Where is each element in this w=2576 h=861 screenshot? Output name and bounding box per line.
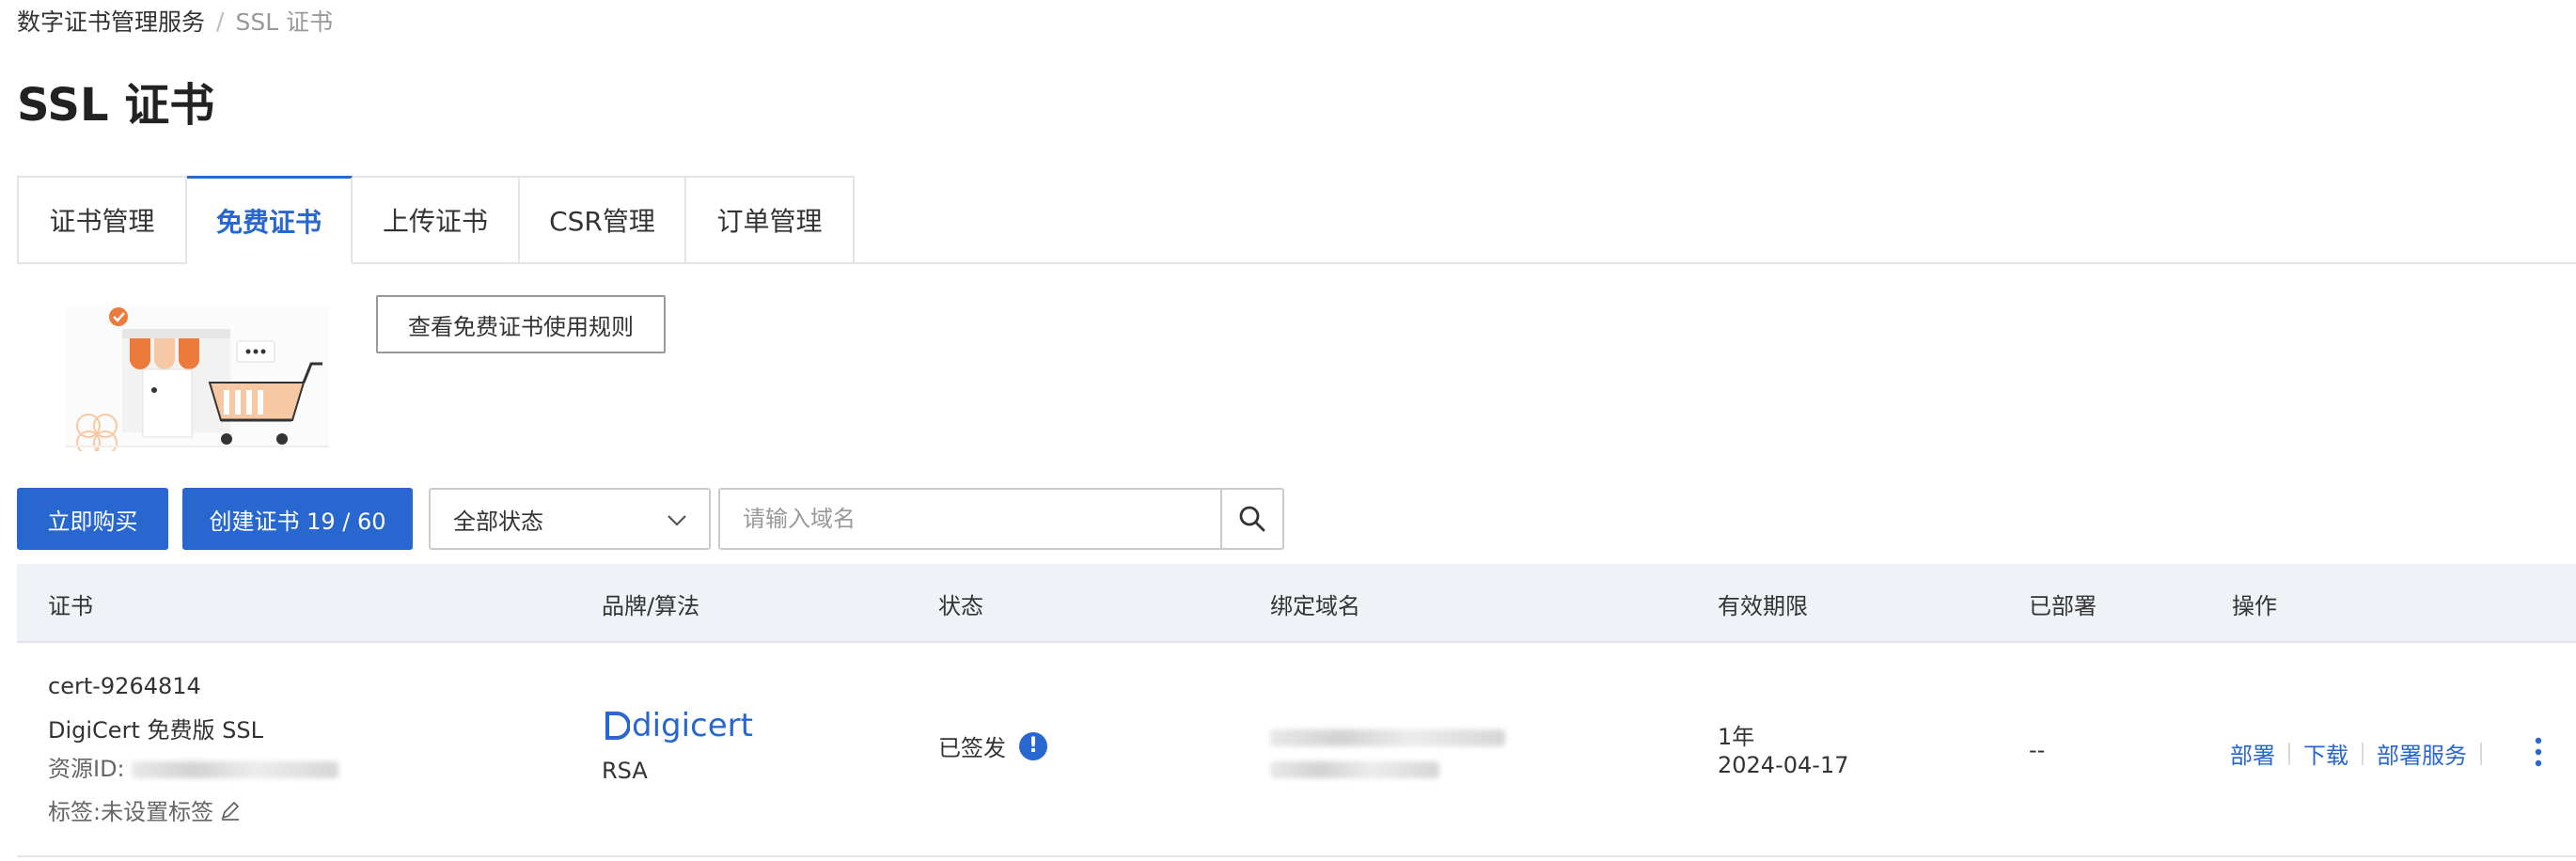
search-icon bbox=[1239, 506, 1265, 532]
shop-cart-illustration-icon bbox=[66, 305, 329, 451]
tab-bar: 证书管理 免费证书 上传证书 CSR管理 订单管理 bbox=[17, 176, 855, 264]
digicert-logo: digicert bbox=[602, 707, 753, 744]
row-actions: 部署 下载 部署服务 bbox=[2230, 737, 2495, 770]
create-cert-button[interactable]: 创建证书 19 / 60 bbox=[182, 488, 413, 550]
resource-id-label: 资源ID: bbox=[48, 756, 125, 782]
cert-name: DigiCert 免费版 SSL bbox=[48, 717, 263, 744]
bound-domain-2-redacted bbox=[1270, 756, 1439, 782]
more-actions-icon[interactable] bbox=[2529, 733, 2548, 771]
column-header-cert: 证书 bbox=[48, 592, 93, 619]
table-header: 证书 品牌/算法 状态 绑定域名 有效期限 已部署 操作 bbox=[17, 564, 2576, 643]
view-free-cert-rules-button[interactable]: 查看免费证书使用规则 bbox=[376, 295, 666, 353]
action-divider bbox=[2288, 742, 2290, 765]
column-header-actions: 操作 bbox=[2232, 592, 2277, 619]
status-text: 已签发 bbox=[938, 735, 1006, 761]
deploy-service-link[interactable]: 部署服务 bbox=[2377, 737, 2467, 770]
table-row: cert-9264814 DigiCert 免费版 SSL 资源ID: 标签:未… bbox=[17, 643, 2576, 857]
domain-search-input[interactable] bbox=[720, 490, 1220, 548]
tag-label: 标签:未设置标签 bbox=[48, 799, 214, 825]
status-filter-select[interactable]: 全部状态 bbox=[429, 488, 711, 550]
expiry-date: 2024-04-17 bbox=[1718, 752, 1849, 778]
status-cell: 已签发 ! bbox=[938, 729, 1047, 762]
column-header-status: 状态 bbox=[938, 592, 983, 619]
breadcrumb: 数字证书管理服务 / SSL 证书 bbox=[17, 4, 333, 38]
domain-search bbox=[718, 488, 1284, 550]
breadcrumb-current: SSL 证书 bbox=[235, 8, 334, 36]
download-link[interactable]: 下载 bbox=[2303, 737, 2348, 770]
chevron-down-icon bbox=[668, 515, 686, 526]
status-filter-value: 全部状态 bbox=[453, 508, 543, 535]
validity-period: 1年 bbox=[1718, 724, 1755, 750]
tab-upload-cert[interactable]: 上传证书 bbox=[353, 176, 520, 264]
deployed-count: -- bbox=[2029, 737, 2046, 763]
tab-free-cert[interactable]: 免费证书 bbox=[187, 176, 353, 264]
edit-icon bbox=[221, 801, 240, 821]
column-header-validity: 有效期限 bbox=[1718, 592, 1808, 619]
algorithm: RSA bbox=[602, 758, 648, 784]
info-icon[interactable]: ! bbox=[1019, 731, 1047, 760]
search-button[interactable] bbox=[1220, 490, 1282, 548]
resource-id: 资源ID: bbox=[48, 750, 339, 783]
breadcrumb-parent[interactable]: 数字证书管理服务 bbox=[17, 4, 205, 38]
tab-order-management[interactable]: 订单管理 bbox=[686, 176, 855, 264]
column-header-brand: 品牌/算法 bbox=[602, 592, 700, 619]
tab-cert-management[interactable]: 证书管理 bbox=[17, 176, 187, 264]
tab-divider bbox=[855, 262, 2576, 264]
buy-now-button[interactable]: 立即购买 bbox=[17, 488, 168, 550]
digicert-mark-icon bbox=[605, 712, 630, 740]
column-header-domain: 绑定域名 bbox=[1270, 592, 1360, 619]
brand-name: digicert bbox=[632, 707, 753, 744]
action-divider bbox=[2480, 742, 2482, 765]
action-divider bbox=[2362, 742, 2364, 765]
deploy-link[interactable]: 部署 bbox=[2230, 737, 2275, 770]
tab-csr-management[interactable]: CSR管理 bbox=[520, 176, 686, 264]
bound-domain-1-redacted bbox=[1270, 724, 1505, 750]
cert-id: cert-9264814 bbox=[48, 673, 201, 699]
breadcrumb-separator: / bbox=[216, 7, 225, 35]
column-header-deployed: 已部署 bbox=[2029, 592, 2097, 619]
tag-edit[interactable]: 标签:未设置标签 bbox=[48, 793, 242, 827]
page-title: SSL 证书 bbox=[17, 79, 215, 132]
resource-id-value-redacted bbox=[132, 761, 339, 778]
